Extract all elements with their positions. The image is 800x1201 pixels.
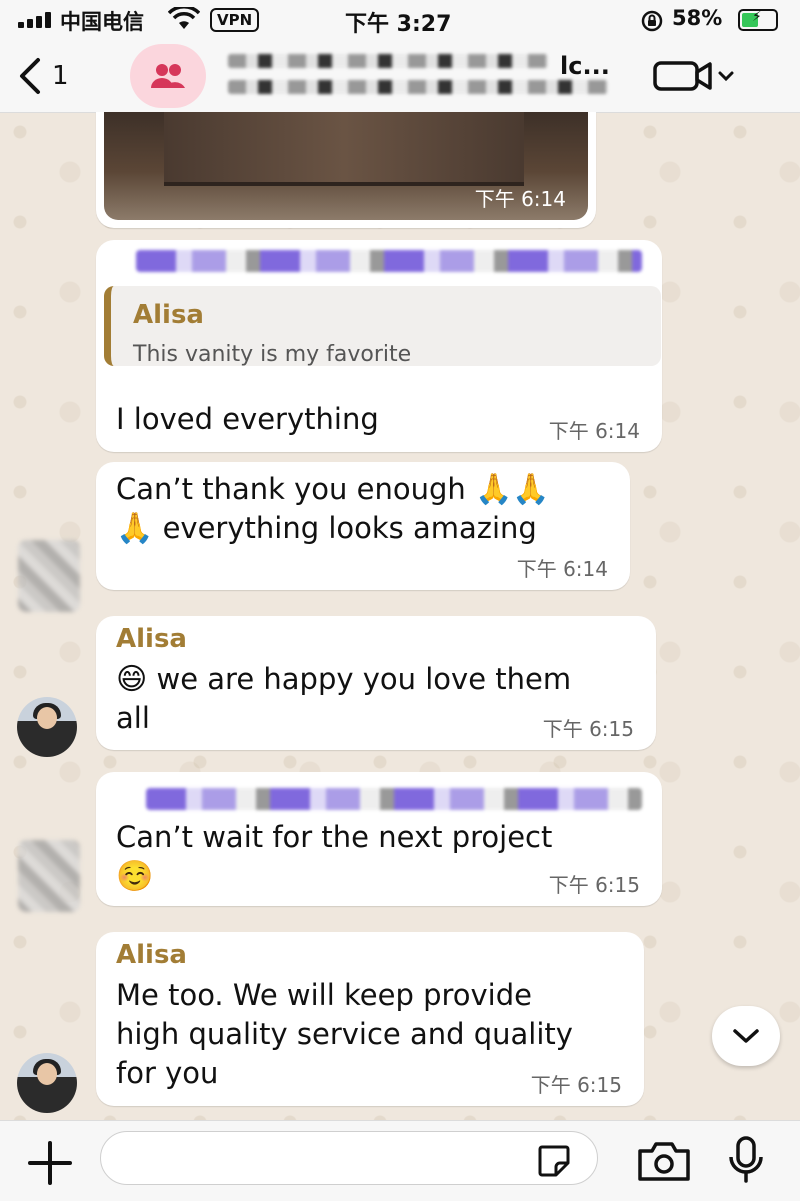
video-call-button[interactable] bbox=[652, 58, 742, 94]
message-time: 下午 6:15 bbox=[530, 1073, 622, 1097]
sender-name: Alisa bbox=[116, 624, 187, 654]
message-input[interactable] bbox=[100, 1131, 598, 1185]
group-icon bbox=[151, 64, 185, 88]
vpn-badge: VPN bbox=[210, 8, 260, 32]
message-time: 下午 6:15 bbox=[542, 717, 634, 741]
chevron-down-icon bbox=[733, 1029, 759, 1043]
microphone-icon[interactable] bbox=[726, 1135, 766, 1185]
chat-header: 1 lc... bbox=[0, 40, 800, 113]
folded-hands-emoji: 🙏🙏 bbox=[474, 472, 550, 507]
sender-avatar-redacted[interactable] bbox=[18, 840, 80, 912]
message-input-bar bbox=[0, 1120, 800, 1201]
message-text-line: Can’t thank you enough bbox=[116, 472, 466, 506]
folded-hands-emoji: 🙏 bbox=[116, 511, 154, 546]
group-avatar[interactable] bbox=[130, 44, 206, 108]
message-bubble[interactable]: Alisa Me too. We will keep provide high … bbox=[96, 932, 644, 1106]
sticker-icon[interactable] bbox=[536, 1143, 572, 1179]
message-text: I loved everything bbox=[116, 402, 379, 436]
message-bubble[interactable]: Can’t wait for the next project ☺️ 下午 6:… bbox=[96, 772, 662, 906]
carrier-label: 中国电信 bbox=[60, 10, 144, 34]
message-text-line: Can’t wait for the next project bbox=[116, 820, 553, 854]
message-text-line: we are happy you love them bbox=[156, 662, 572, 696]
sender-name: Alisa bbox=[116, 940, 187, 970]
message-text-line: high quality service and quality bbox=[116, 1017, 573, 1051]
quote-text: This vanity is my favorite bbox=[133, 342, 412, 367]
alisa-avatar[interactable] bbox=[17, 1053, 77, 1113]
alisa-avatar[interactable] bbox=[17, 697, 77, 757]
sender-name-redacted bbox=[136, 250, 642, 272]
reply-message-bubble[interactable]: Alisa This vanity is my favorite I loved… bbox=[96, 240, 662, 452]
chat-title-suffix: lc... bbox=[560, 52, 610, 80]
status-bar: 中国电信 VPN 下午 3:27 58% ⚡ bbox=[0, 0, 800, 40]
message-bubble[interactable]: Alisa 😄 we are happy you love them all 下… bbox=[96, 616, 656, 750]
sender-avatar-redacted[interactable] bbox=[18, 540, 80, 612]
quote-sender: Alisa bbox=[133, 300, 204, 330]
message-text-line: Me too. We will keep provide bbox=[116, 978, 532, 1012]
camera-icon[interactable] bbox=[636, 1139, 692, 1183]
message-text-line: everything looks amazing bbox=[162, 511, 537, 545]
message-time: 下午 6:15 bbox=[548, 873, 640, 897]
message-text-line: all bbox=[116, 701, 150, 735]
chevron-left-icon bbox=[20, 58, 40, 94]
quoted-message[interactable]: Alisa This vanity is my favorite bbox=[104, 286, 661, 367]
message-text-line: for you bbox=[116, 1056, 219, 1090]
message-time: 下午 6:14 bbox=[548, 419, 640, 443]
grinning-face-emoji: 😄 bbox=[116, 662, 148, 697]
signal-icon bbox=[18, 12, 54, 28]
charging-bolt-icon: ⚡ bbox=[752, 9, 762, 25]
back-button[interactable]: 1 bbox=[18, 56, 88, 96]
plus-icon[interactable] bbox=[26, 1139, 74, 1187]
rotation-lock-icon bbox=[641, 10, 663, 32]
wifi-icon bbox=[168, 7, 200, 29]
video-call-icon bbox=[653, 61, 734, 91]
message-bubble[interactable]: Can’t thank you enough 🙏🙏 🙏 everything l… bbox=[96, 462, 630, 590]
status-time: 下午 3:27 bbox=[345, 12, 452, 37]
battery-percentage: 58% bbox=[672, 6, 723, 30]
unread-count: 1 bbox=[52, 61, 69, 91]
battery-icon: ⚡ bbox=[738, 9, 778, 31]
message-time: 下午 6:14 bbox=[474, 187, 566, 211]
message-time: 下午 6:14 bbox=[516, 557, 608, 581]
scroll-to-bottom-button[interactable] bbox=[712, 1006, 780, 1066]
smiling-face-emoji: ☺️ bbox=[116, 859, 154, 894]
photo-thumbnail[interactable]: 下午 6:14 bbox=[104, 112, 588, 220]
sender-name-redacted bbox=[146, 788, 642, 810]
